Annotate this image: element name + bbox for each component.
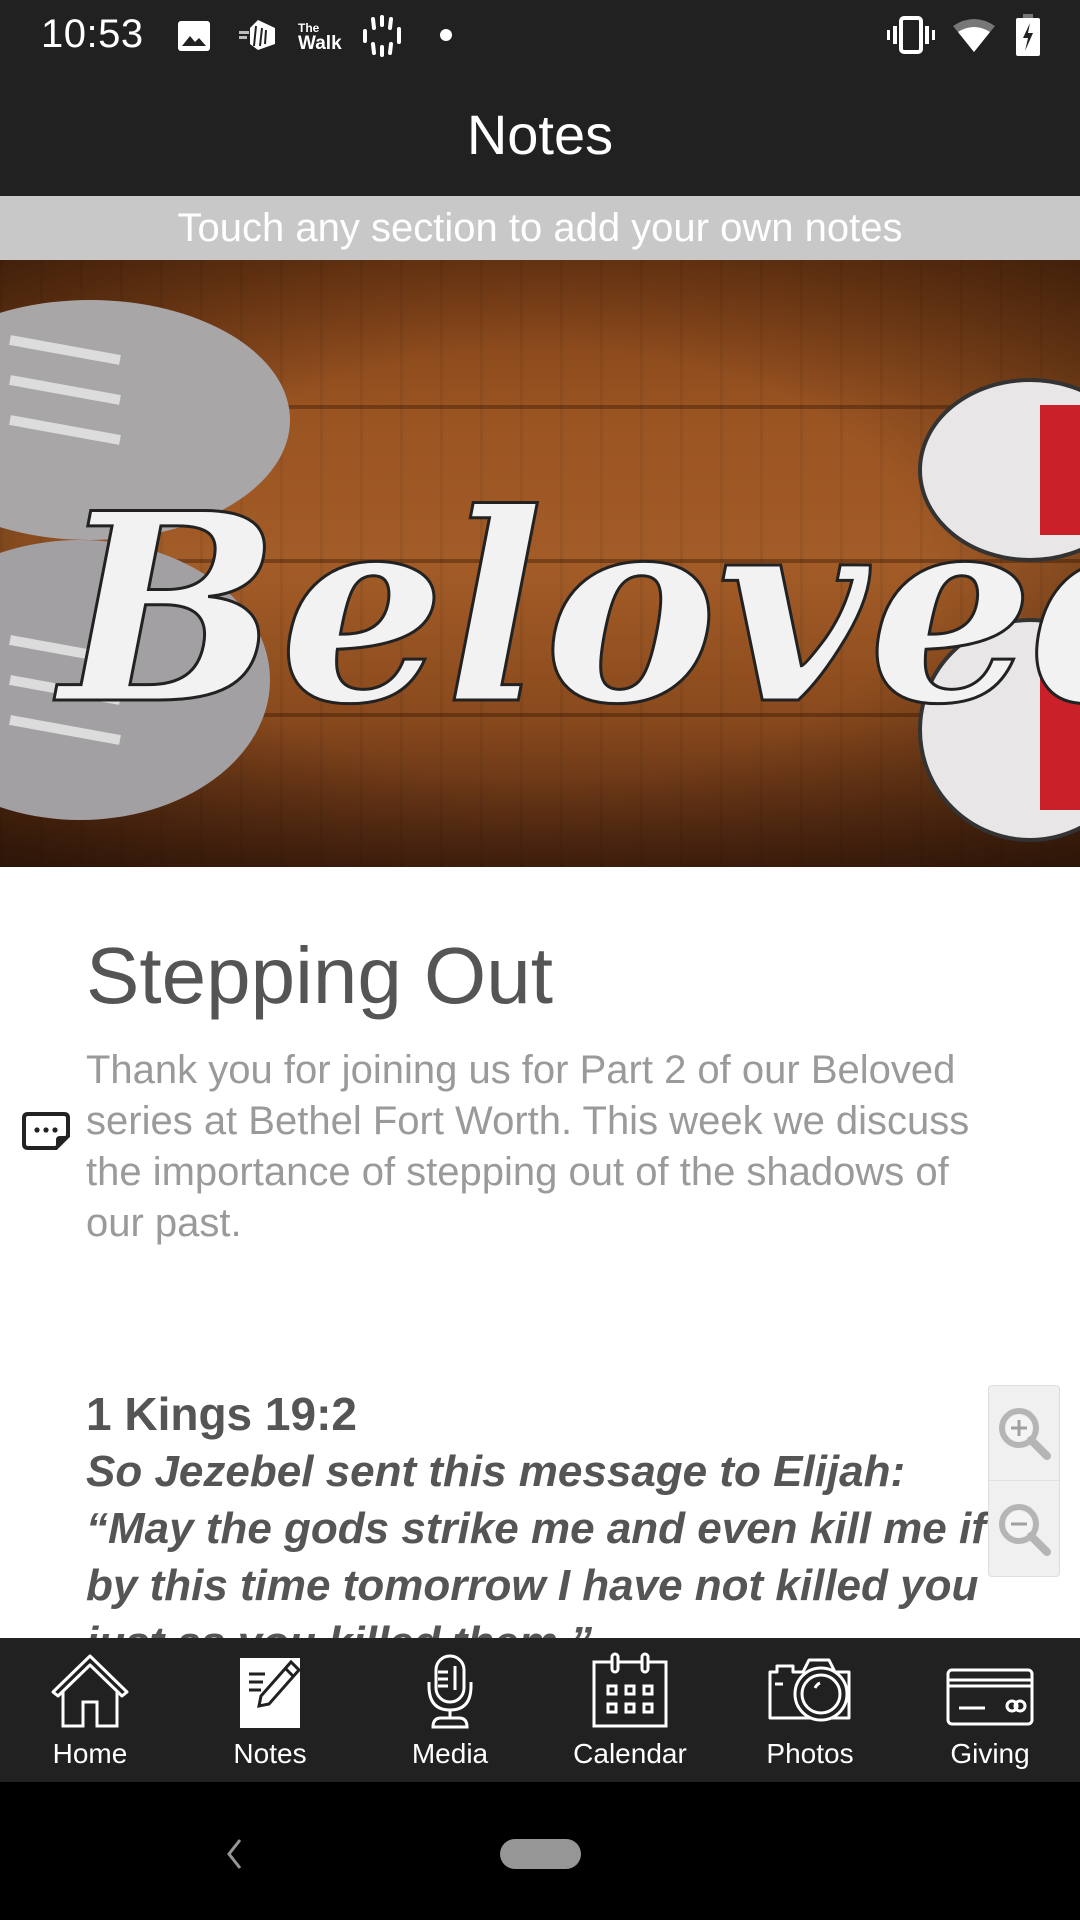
verse-text: So Jezebel sent this message to Elijah: …	[86, 1447, 986, 1667]
sermon-banner-image: Beloved	[0, 260, 1080, 867]
zoom-in-icon	[999, 1408, 1051, 1460]
nav-label: Home	[52, 1738, 128, 1769]
banner-artwork: Beloved	[0, 300, 1080, 842]
loading-ring-icon	[363, 15, 401, 57]
nav-item-notes[interactable]: Notes	[180, 1638, 360, 1782]
the-walk-app-icon: The Walk	[298, 21, 342, 54]
nav-label: Calendar	[573, 1738, 687, 1769]
microphone-icon	[427, 1654, 473, 1729]
sermon-title: Stepping Out	[86, 931, 553, 1020]
hill-app-icon	[239, 20, 275, 50]
camera-icon	[768, 1658, 851, 1722]
nav-label: Media	[411, 1738, 489, 1769]
back-icon[interactable]	[222, 1837, 246, 1871]
banner-script-text: Beloved	[52, 457, 1080, 762]
image-icon	[178, 21, 210, 51]
status-bar: 10:53 The Walk	[0, 0, 1080, 72]
battery-charging-icon	[1016, 14, 1040, 56]
text-zoom-controls	[988, 1385, 1060, 1577]
nav-item-calendar[interactable]: Calendar	[540, 1638, 720, 1782]
wifi-icon	[953, 19, 995, 52]
nav-label: Giving	[950, 1738, 1030, 1769]
zoom-out-button[interactable]	[989, 1481, 1059, 1576]
verse-reference: 1 Kings 19:2	[86, 1388, 357, 1440]
status-time: 10:53	[41, 12, 144, 56]
nav-label: Photos	[766, 1738, 854, 1769]
sermon-description: Thank you for joining us for Part 2 of o…	[86, 1048, 970, 1245]
nav-item-home[interactable]: Home	[0, 1638, 180, 1782]
nav-item-media[interactable]: Media	[360, 1638, 540, 1782]
nav-item-giving[interactable]: Giving	[900, 1638, 1080, 1782]
vibrate-icon	[887, 16, 935, 54]
dot-icon	[440, 29, 452, 41]
nav-label: Notes	[233, 1738, 307, 1769]
notes-icon	[240, 1658, 302, 1728]
verse-section[interactable]: 1 Kings 19:2 So Jezebel sent this messag…	[86, 1385, 986, 1671]
bottom-navigation: Home Notes Media Calendar Photos Giving	[0, 1638, 1080, 1782]
zoom-in-button[interactable]	[989, 1386, 1059, 1481]
notes-hint-bar: Touch any section to add your own notes	[0, 196, 1080, 260]
home-pill-button[interactable]	[500, 1839, 581, 1869]
zoom-out-icon	[999, 1503, 1051, 1556]
credit-card-icon	[946, 1668, 1034, 1726]
nav-item-photos[interactable]: Photos	[720, 1638, 900, 1782]
home-icon	[51, 1654, 129, 1728]
app-header: Notes	[0, 72, 1080, 196]
page-title: Notes	[466, 103, 614, 166]
add-note-icon[interactable]	[22, 1112, 70, 1150]
calendar-icon	[592, 1652, 668, 1728]
system-navigation-bar	[0, 1782, 1080, 1920]
